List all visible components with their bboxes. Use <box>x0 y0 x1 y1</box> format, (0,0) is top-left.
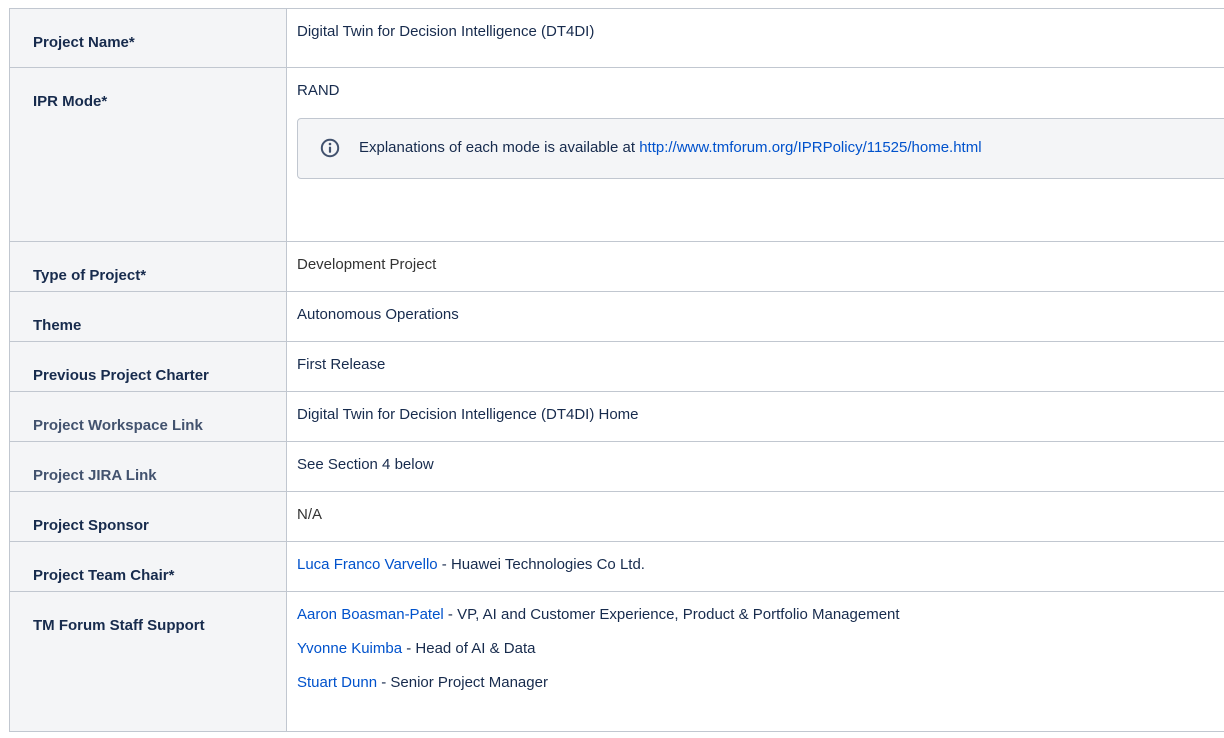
row-staff-support: TM Forum Staff Support Aaron Boasman-Pat… <box>9 591 1224 732</box>
row-project-name: Project Name* Digital Twin for Decision … <box>9 8 1224 68</box>
row-ipr-mode: IPR Mode* RAND Explanations of each mode… <box>9 67 1224 242</box>
staff-member: Aaron Boasman-Patel - VP, AI and Custome… <box>297 605 1224 625</box>
value-team-chair: Luca Franco Varvello - Huawei Technologi… <box>286 541 1224 592</box>
label-theme: Theme <box>9 291 287 342</box>
info-panel: Explanations of each mode is available a… <box>297 118 1224 179</box>
info-text-line: Explanations of each mode is available a… <box>359 138 982 158</box>
staff-member: Yvonne Kuimba - Head of AI & Data <box>297 639 1224 659</box>
row-team-chair: Project Team Chair* Luca Franco Varvello… <box>9 541 1224 592</box>
value-jira-link: See Section 4 below <box>286 441 1224 492</box>
staff-link-yvonne[interactable]: Yvonne Kuimba <box>297 640 402 657</box>
staff-link-aaron[interactable]: Aaron Boasman-Patel <box>297 606 444 623</box>
value-staff-support: Aaron Boasman-Patel - VP, AI and Custome… <box>286 591 1224 732</box>
row-workspace-link: Project Workspace Link Digital Twin for … <box>9 391 1224 442</box>
label-type-of-project: Type of Project* <box>9 241 287 292</box>
row-jira-link: Project JIRA Link See Section 4 below <box>9 441 1224 492</box>
row-type-of-project: Type of Project* Development Project <box>9 241 1224 292</box>
value-ipr-mode-cell: RAND Explanations of each mode is availa… <box>286 67 1224 242</box>
staff-role: - VP, AI and Customer Experience, Produc… <box>443 606 900 623</box>
ipr-policy-link[interactable]: http://www.tmforum.org/IPRPolicy/11525/h… <box>639 139 981 156</box>
value-project-name: Digital Twin for Decision Intelligence (… <box>286 8 1224 68</box>
project-charter-table-container: Project Name* Digital Twin for Decision … <box>9 8 1224 738</box>
value-type-of-project: Development Project <box>286 241 1224 292</box>
value-previous-charter: First Release <box>286 341 1224 392</box>
staff-role: - Senior Project Manager <box>377 674 548 691</box>
value-workspace-link: Digital Twin for Decision Intelligence (… <box>286 391 1224 442</box>
label-ipr-mode: IPR Mode* <box>9 67 287 242</box>
label-jira-link: Project JIRA Link <box>9 441 287 492</box>
value-ipr-mode: RAND <box>297 82 340 99</box>
info-text: Explanations of each mode is available a… <box>359 139 636 156</box>
value-theme: Autonomous Operations <box>286 291 1224 342</box>
row-project-sponsor: Project Sponsor N/A <box>9 491 1224 542</box>
team-chair-link[interactable]: Luca Franco Varvello <box>297 556 438 573</box>
staff-link-stuart[interactable]: Stuart Dunn <box>297 674 377 691</box>
label-project-sponsor: Project Sponsor <box>9 491 287 542</box>
row-previous-charter: Previous Project Charter First Release <box>9 341 1224 392</box>
staff-role: - Head of AI & Data <box>402 640 536 657</box>
label-staff-support: TM Forum Staff Support <box>9 591 287 732</box>
project-charter-table: Project Name* Digital Twin for Decision … <box>9 8 1224 732</box>
info-icon <box>320 138 340 158</box>
row-theme: Theme Autonomous Operations <box>9 291 1224 342</box>
label-previous-charter: Previous Project Charter <box>9 341 287 392</box>
team-chair-affiliation: - Huawei Technologies Co Ltd. <box>437 556 645 573</box>
staff-member: Stuart Dunn - Senior Project Manager <box>297 673 1224 693</box>
label-workspace-link: Project Workspace Link <box>9 391 287 442</box>
label-project-name: Project Name* <box>9 8 287 68</box>
label-team-chair: Project Team Chair* <box>9 541 287 592</box>
value-project-sponsor: N/A <box>286 491 1224 542</box>
